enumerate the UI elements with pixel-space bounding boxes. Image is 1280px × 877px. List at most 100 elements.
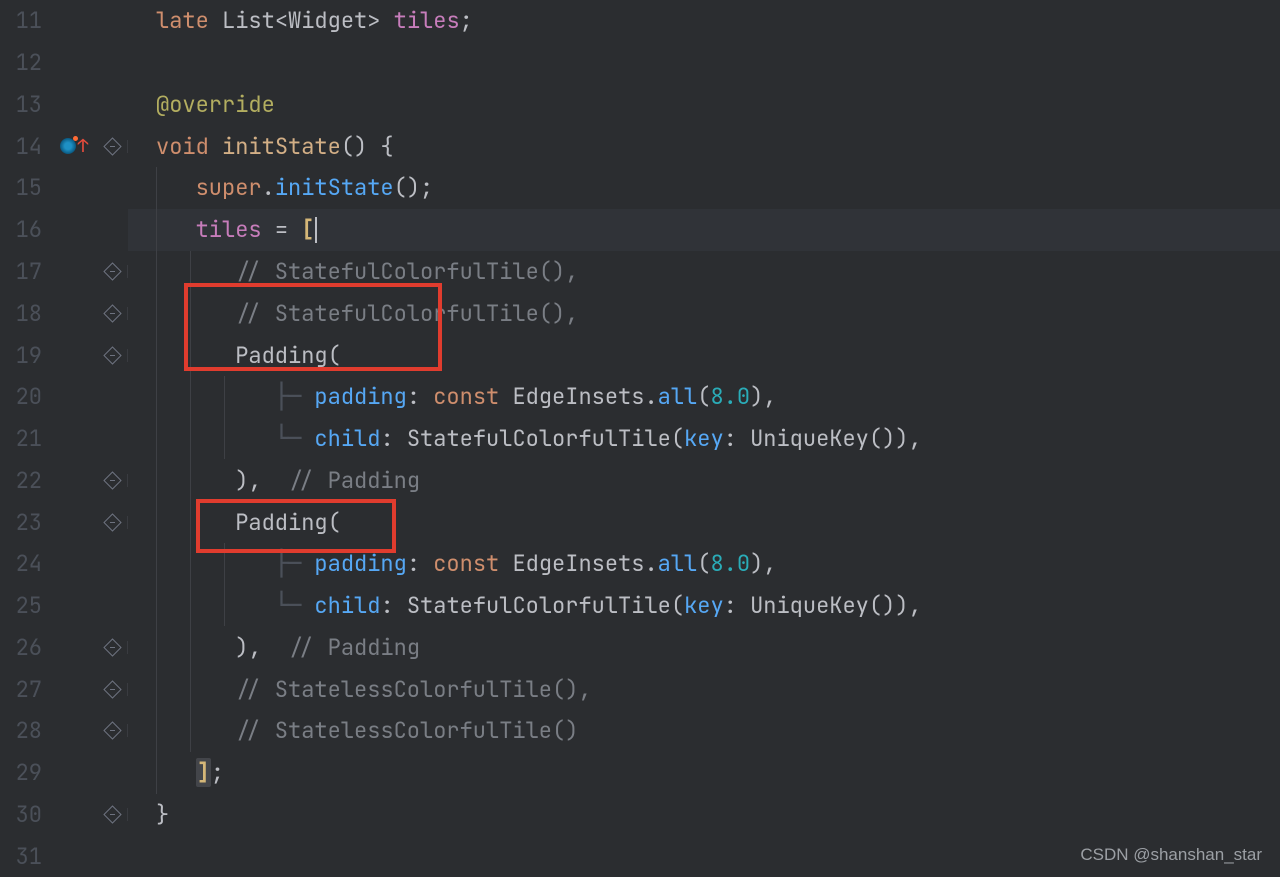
code-line[interactable]: ), // Padding: [128, 459, 1280, 501]
gutter-line: 16: [0, 209, 128, 251]
fold-column[interactable]: [98, 265, 128, 278]
line-number[interactable]: 25: [0, 591, 50, 620]
token-type: UniqueKey: [750, 591, 869, 620]
fold-column[interactable]: [98, 808, 128, 821]
fold-open-icon[interactable]: [103, 137, 121, 155]
token-type: Padding: [235, 341, 327, 370]
fold-column[interactable]: [98, 349, 128, 362]
fold-open-icon[interactable]: [103, 262, 121, 280]
token-keyword: const: [433, 382, 512, 411]
override-icon[interactable]: [60, 138, 76, 154]
code-line[interactable]: └─ child: StatefulColorfulTile(key: Uniq…: [128, 585, 1280, 627]
text-cursor: [315, 217, 317, 243]
tree-branch-icon: ├─: [275, 549, 315, 578]
token-type: StatefulColorfulTile: [407, 591, 671, 620]
token-punct: .: [644, 382, 657, 411]
gutter-line: 19: [0, 334, 128, 376]
line-number[interactable]: 30: [0, 800, 50, 829]
code-line[interactable]: ├─ padding: const EdgeInsets.all(8.0),: [128, 543, 1280, 585]
fold-column[interactable]: [98, 474, 128, 487]
token-type: Widget: [288, 6, 367, 35]
fold-close-icon[interactable]: [103, 805, 121, 823]
fold-open-icon[interactable]: [103, 680, 121, 698]
fold-close-icon[interactable]: [103, 722, 121, 740]
indent-guide: [190, 501, 191, 543]
token-param: padding: [314, 382, 406, 411]
token-type: EdgeInsets: [512, 382, 644, 411]
indent-guide: [190, 543, 191, 585]
code-line[interactable]: Padding(: [128, 334, 1280, 376]
code-line[interactable]: tiles = [: [128, 209, 1280, 251]
line-number[interactable]: 29: [0, 758, 50, 787]
code-line[interactable]: void initState() {: [128, 125, 1280, 167]
token-param: key: [684, 424, 724, 453]
fold-open-icon[interactable]: [103, 513, 121, 531]
indent-guide: [156, 167, 157, 209]
code-content[interactable]: late List<Widget> tiles; @overridevoid in…: [128, 0, 1280, 877]
fold-open-icon[interactable]: [103, 346, 121, 364]
line-number[interactable]: 11: [0, 6, 50, 35]
fold-column[interactable]: [98, 724, 128, 737]
code-line[interactable]: ), // Padding: [128, 626, 1280, 668]
indent-guide: [156, 752, 157, 794]
token-punct: (: [328, 341, 341, 370]
code-line[interactable]: // StatelessColorfulTile(),: [128, 668, 1280, 710]
token-punct: ;: [460, 6, 473, 35]
line-number[interactable]: 19: [0, 341, 50, 370]
code-line[interactable]: // StatefulColorfulTile(),: [128, 251, 1280, 293]
code-line[interactable]: [128, 42, 1280, 84]
gutter-line: 25: [0, 585, 128, 627]
arrow-up-icon: ↑: [78, 135, 89, 158]
code-line[interactable]: super.initState();: [128, 167, 1280, 209]
line-number[interactable]: 12: [0, 48, 50, 77]
gutter-line: 29: [0, 752, 128, 794]
token-method: all: [658, 382, 698, 411]
indent-guide: [190, 585, 191, 627]
line-number[interactable]: 14: [0, 132, 50, 161]
token-comment: // StatefulColorfulTile(),: [235, 299, 578, 328]
line-number[interactable]: 28: [0, 716, 50, 745]
gutter-line: 28: [0, 710, 128, 752]
fold-column[interactable]: [98, 307, 128, 320]
code-editor[interactable]: 11 12 13 14 ↑ 15 16 17 18 19 20 21 22 23 24 25 26 27 28 29 3…: [0, 0, 1280, 877]
fold-close-icon[interactable]: [103, 304, 121, 322]
token-punct: (: [697, 382, 710, 411]
token-punct: ),: [235, 466, 288, 495]
line-number[interactable]: 24: [0, 549, 50, 578]
fold-column[interactable]: [98, 683, 128, 696]
code-line[interactable]: }: [128, 794, 1280, 836]
token-comment: // Padding: [288, 466, 420, 495]
token-comment: // StatefulColorfulTile(),: [235, 257, 578, 286]
line-number[interactable]: 17: [0, 257, 50, 286]
line-number[interactable]: 23: [0, 508, 50, 537]
token-type: Padding: [235, 508, 327, 537]
line-number[interactable]: 18: [0, 299, 50, 328]
line-number[interactable]: 21: [0, 424, 50, 453]
line-number[interactable]: 20: [0, 382, 50, 411]
gutter-line: 11: [0, 0, 128, 42]
code-line[interactable]: └─ child: StatefulColorfulTile(key: Uniq…: [128, 418, 1280, 460]
code-line[interactable]: late List<Widget> tiles;: [128, 0, 1280, 42]
line-number[interactable]: 16: [0, 215, 50, 244]
line-number[interactable]: 31: [0, 842, 50, 871]
line-number[interactable]: 22: [0, 466, 50, 495]
fold-close-icon[interactable]: [103, 638, 121, 656]
code-line[interactable]: // StatefulColorfulTile(),: [128, 292, 1280, 334]
code-line[interactable]: ├─ padding: const EdgeInsets.all(8.0),: [128, 376, 1280, 418]
code-line[interactable]: ];: [128, 752, 1280, 794]
line-number[interactable]: 26: [0, 633, 50, 662]
fold-column[interactable]: [98, 516, 128, 529]
fold-column[interactable]: [98, 140, 128, 153]
fold-close-icon[interactable]: [103, 471, 121, 489]
line-number[interactable]: 13: [0, 90, 50, 119]
token-punct: .: [262, 173, 275, 202]
code-line[interactable]: @override: [128, 84, 1280, 126]
indent-guide: [156, 251, 157, 293]
token-punct: :: [407, 549, 433, 578]
line-number[interactable]: 15: [0, 173, 50, 202]
fold-column[interactable]: [98, 641, 128, 654]
code-line[interactable]: Padding(: [128, 501, 1280, 543]
line-number[interactable]: 27: [0, 675, 50, 704]
code-line[interactable]: // StatelessColorfulTile(): [128, 710, 1280, 752]
token-param: key: [684, 591, 724, 620]
